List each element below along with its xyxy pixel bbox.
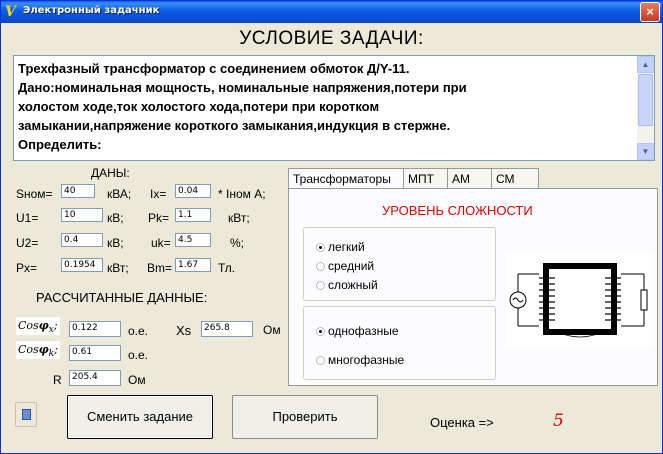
r-unit: Ом — [128, 373, 146, 387]
transformer-diagram — [506, 252, 652, 348]
radio-medium-label: средний — [328, 259, 375, 273]
pk-label: Pk= — [148, 211, 170, 225]
xs-output: 265.8 — [201, 321, 253, 337]
bm-label: Bm= — [147, 261, 173, 275]
radio-single-phase-label: однофазные — [328, 324, 399, 338]
difficulty-group: легкий средний сложный — [303, 227, 496, 301]
radio-hard[interactable]: сложный — [316, 278, 378, 292]
tab-panel-transformers: УРОВЕНЬ СЛОЖНОСТИ легкий средний сложный… — [288, 188, 658, 386]
xs-label: Xs — [176, 323, 192, 338]
xs-unit: Ом — [263, 323, 281, 337]
tab-transformers[interactable]: Трансформаторы — [288, 168, 404, 190]
grade-value: 5 — [553, 411, 564, 431]
tab-sm[interactable]: СМ — [492, 168, 539, 188]
cos-k-sub: k — [48, 348, 55, 360]
title-bar[interactable]: V Электронный задачник × — [1, 1, 662, 23]
task-textarea[interactable]: Трехфазный трансформатор с соединением о… — [13, 55, 655, 161]
tab-mpt[interactable]: МПТ — [404, 168, 448, 188]
radio-multi-phase-label: многофазные — [328, 353, 405, 367]
cos-x-unit: о.е. — [128, 324, 149, 338]
computed-title: РАССЧИТАННЫЕ ДАННЫЕ: — [36, 290, 208, 305]
radio-dot[interactable] — [316, 281, 325, 290]
radio-dot-checked[interactable] — [316, 243, 325, 252]
r-label: R — [53, 373, 62, 387]
px-label: Px= — [16, 261, 38, 275]
uk-input[interactable]: 4.5 — [175, 233, 211, 247]
app-logo-icon: V — [5, 4, 16, 20]
radio-easy[interactable]: легкий — [316, 240, 365, 254]
cos-k-output: 0.61 — [69, 345, 121, 361]
task-scrollbar[interactable]: ▲ ▼ — [637, 56, 654, 160]
radio-single-phase[interactable]: однофазные — [316, 324, 399, 338]
ix-unit: * Iном А; — [218, 187, 266, 201]
u1-unit: кВ; — [107, 211, 124, 225]
task-line: Определить: — [18, 137, 102, 152]
bm-unit: Тл. — [218, 261, 236, 275]
document-icon — [22, 409, 31, 420]
ix-input[interactable]: 0.04 — [175, 184, 211, 198]
notes-button[interactable] — [15, 402, 37, 427]
snom-label: Sном= — [16, 187, 53, 201]
px-unit: кВт; — [107, 261, 129, 275]
cos-k-unit: о.е. — [128, 348, 149, 362]
given-title: ДАНЫ: — [91, 166, 130, 180]
task-line: Дано:номинальная мощность, номинальные н… — [18, 80, 467, 95]
app-window: V Электронный задачник × УСЛОВИЕ ЗАДАЧИ:… — [0, 0, 663, 454]
ix-label: Ix= — [150, 187, 167, 201]
snom-input[interactable]: 40 — [61, 184, 95, 198]
radio-hard-label: сложный — [328, 278, 378, 292]
task-text: Трехфазный трансформатор с соединением о… — [18, 59, 630, 154]
tab-control: Трансформаторы МПТ АМ СМ УРОВЕНЬ СЛОЖНОС… — [288, 168, 658, 386]
grade-label: Оценка => — [430, 415, 494, 430]
uk-unit: %; — [230, 236, 245, 250]
bm-input[interactable]: 1.67 — [175, 258, 211, 272]
tab-am[interactable]: АМ — [448, 168, 492, 188]
radio-multi-phase[interactable]: многофазные — [316, 353, 404, 367]
radio-medium[interactable]: средний — [316, 259, 374, 273]
close-button[interactable]: × — [640, 2, 660, 22]
radio-easy-label: легкий — [328, 240, 365, 254]
check-button[interactable]: Проверить — [232, 395, 378, 439]
task-line: Трехфазный трансформатор с соединением о… — [18, 61, 410, 76]
scroll-thumb[interactable] — [638, 74, 653, 126]
task-line: холостом ходе,ток холостого хода,потери … — [18, 99, 380, 114]
scroll-up-icon[interactable]: ▲ — [637, 56, 654, 73]
task-line: замыкании,напряжение короткого замыкания… — [18, 118, 451, 133]
pk-input[interactable]: 1.1 — [175, 208, 211, 222]
cos-x-label-text: Cos — [18, 319, 39, 332]
snom-unit: кВА; — [107, 187, 132, 201]
u1-label: U1= — [16, 211, 39, 225]
radio-dot[interactable] — [316, 356, 325, 365]
pk-unit: кВт; — [228, 211, 250, 225]
window-title: Электронный задачник — [23, 5, 160, 16]
cos-x-output: 0.122 — [69, 321, 121, 337]
difficulty-title: УРОВЕНЬ СЛОЖНОСТИ — [382, 203, 533, 218]
u2-input[interactable]: 0.4 — [61, 233, 103, 247]
scroll-down-icon[interactable]: ▼ — [637, 143, 654, 160]
cos-x-sub: x — [48, 324, 54, 336]
phase-group: однофазные многофазные — [303, 306, 496, 380]
change-task-button[interactable]: Сменить задание — [67, 395, 213, 439]
radio-dot-checked[interactable] — [316, 327, 325, 336]
cos-x-label: Cosφx; — [16, 317, 60, 336]
u2-label: U2= — [16, 236, 39, 250]
radio-dot[interactable] — [316, 262, 325, 271]
px-input[interactable]: 0.1954 — [61, 258, 103, 272]
cos-k-label: Cosφk; — [16, 341, 60, 360]
page-title: УСЛОВИЕ ЗАДАЧИ: — [239, 28, 424, 49]
cos-k-label-text: Cos — [18, 343, 39, 356]
r-output: 205.4 — [69, 370, 121, 386]
u2-unit: кВ; — [107, 236, 124, 250]
u1-input[interactable]: 10 — [61, 208, 103, 222]
uk-label: uk= — [151, 236, 171, 250]
